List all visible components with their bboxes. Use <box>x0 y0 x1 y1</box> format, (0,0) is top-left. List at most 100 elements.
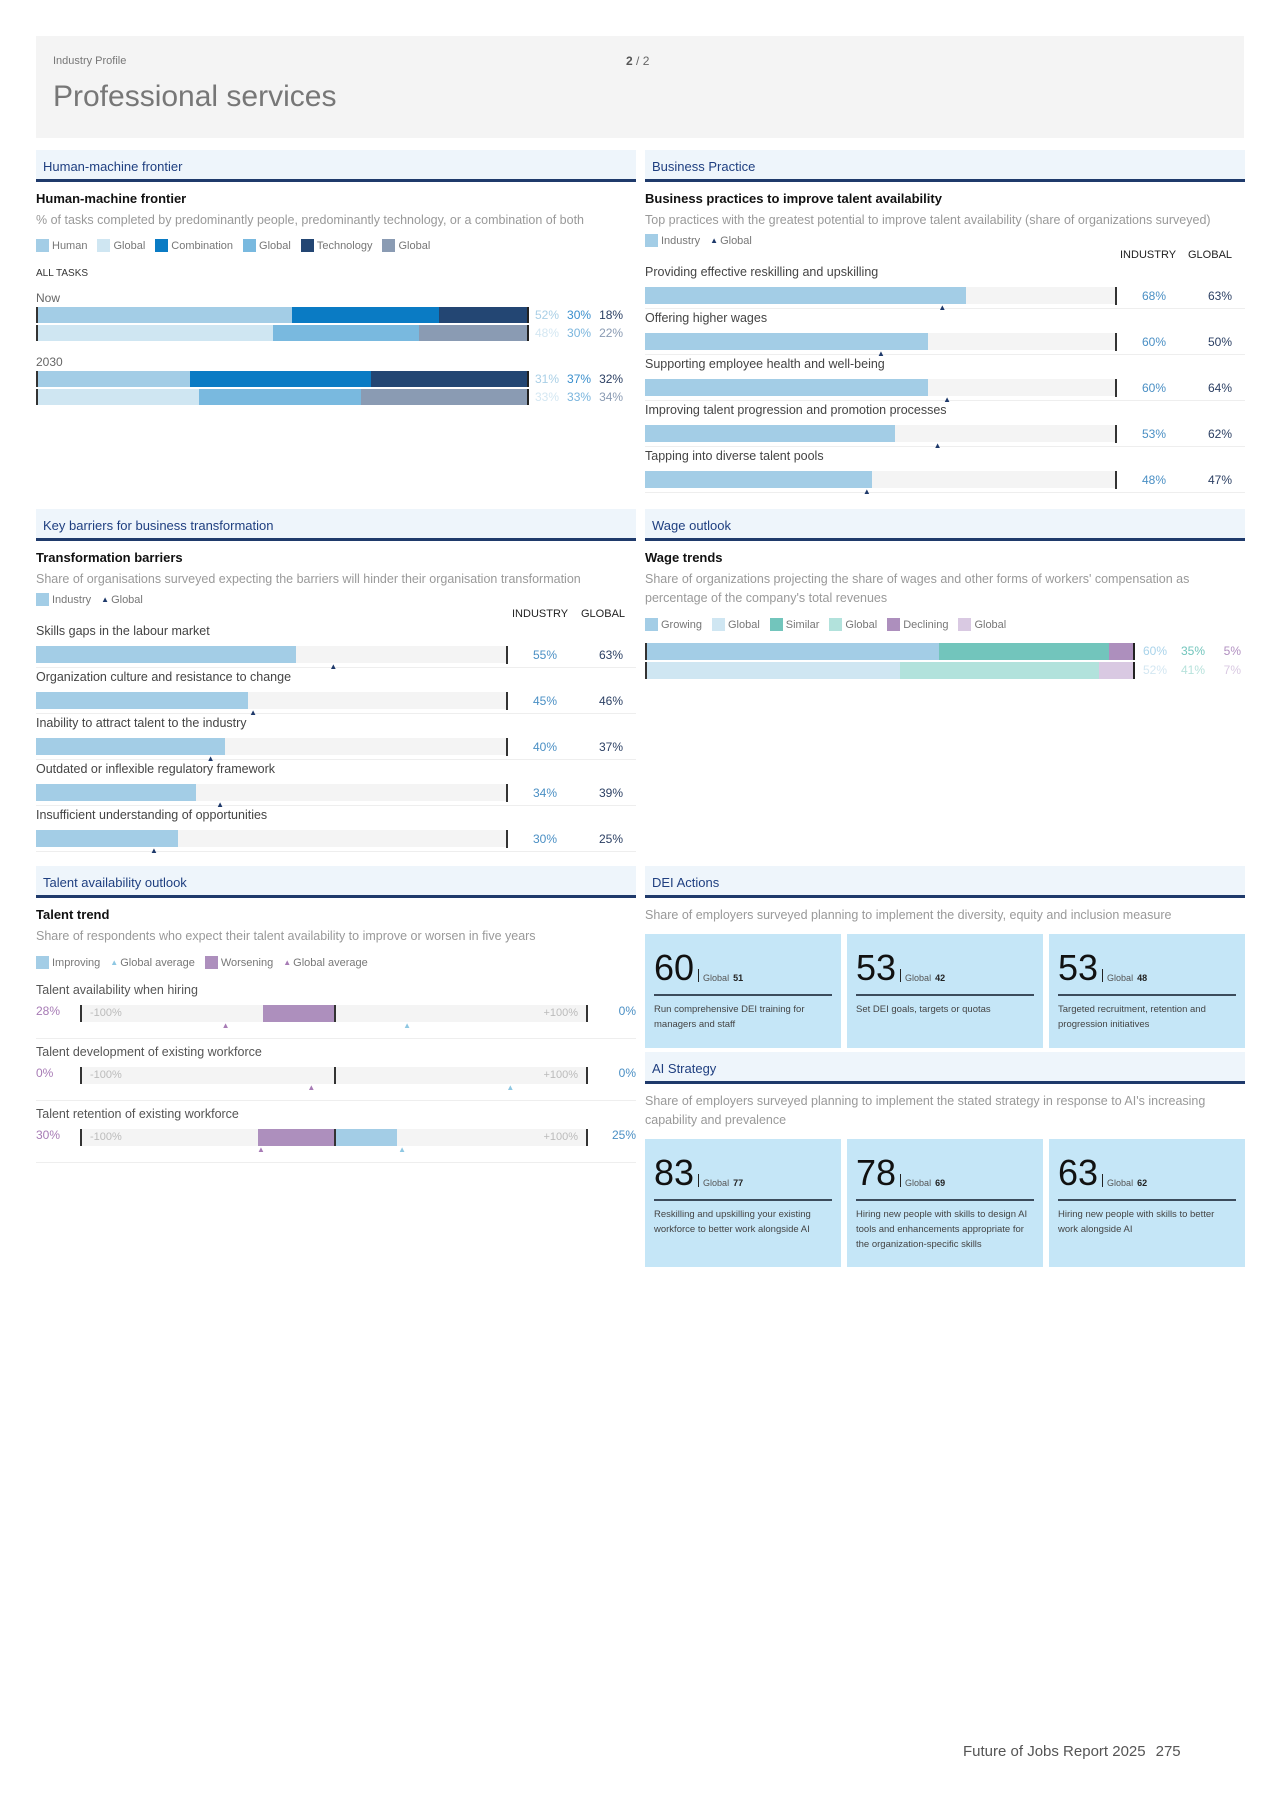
section-header: Key barriers for business transformation <box>36 509 636 541</box>
legend-item: ▲ Global average <box>110 957 195 969</box>
value-label: 48% <box>535 326 560 340</box>
page-header: Industry Profile 2 / 2 Professional serv… <box>36 36 1244 138</box>
bar-row: Tapping into diverse talent pools ▲ 48% 47% <box>645 447 1245 496</box>
ai-cards: 83 Global 77 Reskilling and upskilling your… <box>645 1139 1245 1267</box>
swatch-icon <box>958 618 972 631</box>
industry-bar <box>645 379 929 396</box>
segment-human <box>38 307 293 323</box>
axis-min-label: -100% <box>90 1131 122 1143</box>
bar-track <box>645 471 1117 488</box>
card-top: 53 Global 42 <box>856 950 1034 986</box>
segment-combination <box>272 325 420 341</box>
row-label: Improving talent progression and promoti… <box>645 403 947 417</box>
segment-similar <box>899 662 1099 679</box>
global-marker-icon: ▲ <box>150 846 158 855</box>
col-headers: INDUSTRY GLOBAL <box>36 606 636 622</box>
global-value: 63% <box>599 648 624 662</box>
legend: Growing Global Similar Global Declining … <box>645 618 1245 631</box>
bar-track <box>645 287 1117 304</box>
industry-bar <box>36 692 249 709</box>
wage-bar-industry <box>645 643 1135 660</box>
hm-row-industry: 52% 30% 18% <box>36 307 636 323</box>
triangle-icon: ▲ <box>110 958 119 967</box>
section-header: Human-machine frontier <box>36 150 636 182</box>
axis-min-label: -100% <box>90 1007 122 1019</box>
segment-combination <box>199 389 361 405</box>
row-label: Outdated or inflexible regulatory framew… <box>36 762 276 776</box>
col-headers: INDUSTRY GLOBAL <box>645 247 1245 263</box>
legend-label: Combination <box>171 239 234 252</box>
chart-title: Transformation barriers <box>36 550 183 565</box>
legend-label: Global <box>398 239 431 252</box>
legend-item: Declining <box>887 618 948 631</box>
axis-end-tick <box>1115 379 1117 397</box>
value-label: 18% <box>599 308 624 322</box>
row-label: Talent development of existing workforce <box>36 1045 262 1059</box>
global-value: 77 <box>733 1178 744 1188</box>
improving-bar <box>334 1129 397 1146</box>
section-header: AI Strategy <box>645 1052 1245 1084</box>
divider <box>1102 1174 1104 1187</box>
period-label: Now <box>36 291 61 305</box>
row-label: Providing effective reskilling and upski… <box>645 265 879 279</box>
value-label: 32% <box>599 372 624 386</box>
legend-label: Worsening <box>220 956 274 969</box>
card-description: Set DEI goals, targets or quotas <box>856 1004 991 1015</box>
value-label: 52% <box>1143 663 1168 677</box>
ai-card: 78 Global 69 Hiring new people with skills … <box>847 1139 1043 1267</box>
industry-value: 30% <box>533 832 558 846</box>
legend-item: Combination <box>155 239 233 252</box>
value-label: 7% <box>1223 663 1241 677</box>
center-line <box>334 1129 336 1146</box>
divider <box>900 1174 902 1187</box>
header-kicker: Industry Profile <box>53 55 127 67</box>
section-header: Wage outlook <box>645 509 1245 541</box>
hm-values: 48% 30% 22% <box>535 326 623 340</box>
segment-technology <box>419 325 527 341</box>
diverging-track: -100% +100% ▲ ▲ <box>80 1067 588 1092</box>
industry-value: 34% <box>533 786 558 800</box>
axis-end-tick <box>1115 425 1117 443</box>
divider <box>698 969 700 982</box>
worsening-value: 0% <box>36 1066 54 1080</box>
hm-bar-industry <box>36 371 529 387</box>
legend: Improving ▲ Global average Worsening ▲ Glo… <box>36 956 636 969</box>
swatch-icon <box>829 618 843 631</box>
period-label: 2030 <box>36 355 63 369</box>
card-description: Hiring new people with skills to design … <box>856 1209 1028 1250</box>
hm-values: 33% 33% 34% <box>535 390 623 404</box>
triangle-icon: ▲ <box>283 958 292 967</box>
global-value: 62% <box>1208 427 1233 441</box>
human-machine-panel: Human-machine frontier Human-machine fro… <box>36 150 636 405</box>
segment-growing <box>647 662 900 679</box>
center-line <box>334 1067 336 1084</box>
value-label: 41% <box>1181 663 1206 677</box>
bar-track <box>36 830 508 847</box>
value-label: 31% <box>535 372 560 386</box>
row-label: Inability to attract talent to the indus… <box>36 716 247 730</box>
diverging-track: -100% +100% ▲ ▲ <box>80 1129 588 1154</box>
col-industry: INDUSTRY <box>1120 249 1177 261</box>
swatch-icon <box>769 618 783 631</box>
talent-panel: Talent availability outlook Talent trend… <box>36 866 636 1163</box>
axis-max-label: +100% <box>543 1007 578 1019</box>
swatch-icon <box>382 239 396 252</box>
page-total: 2 <box>642 54 650 68</box>
industry-bar <box>645 333 929 350</box>
legend-item: ▲ Global average <box>283 957 368 969</box>
axis-max-label: +100% <box>543 1069 578 1081</box>
axis-end-tick <box>1115 333 1117 351</box>
value-label: 60% <box>1143 644 1168 658</box>
diverging-track: -100% +100% ▲ ▲ <box>80 1005 588 1030</box>
segment-human <box>38 325 273 341</box>
chart-title: Talent trend <box>36 907 110 922</box>
industry-value: 48% <box>1142 473 1167 487</box>
ai-card: 63 Global 62 Hiring new people with skills … <box>1049 1139 1245 1267</box>
card-description: Hiring new people with skills to better … <box>1058 1209 1215 1235</box>
row-label: Organization culture and resistance to c… <box>36 670 292 684</box>
card-description: Reskilling and upskilling your existing … <box>654 1209 811 1235</box>
legend-item: Global <box>382 239 430 252</box>
page-sep: / <box>636 54 640 68</box>
value-label: 30% <box>567 326 592 340</box>
legend-label: Improving <box>52 956 101 969</box>
